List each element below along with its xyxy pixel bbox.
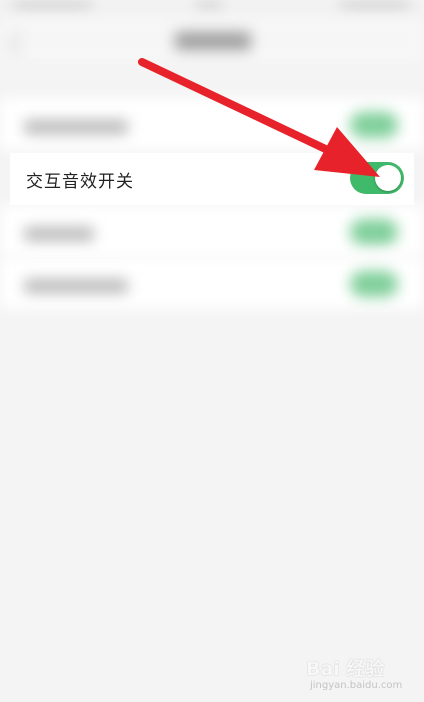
watermark-url: jingyan.baidu.com (310, 680, 403, 691)
interaction-sound-toggle[interactable] (350, 162, 404, 194)
settings-row-3[interactable] (0, 205, 424, 257)
back-arrow-icon[interactable] (8, 32, 32, 56)
navigation-bar (0, 16, 424, 62)
toggle-switch[interactable] (350, 112, 398, 138)
settings-row-1[interactable] (0, 98, 424, 150)
watermark-brand: Bai 经验 (306, 658, 385, 680)
settings-row-label (24, 227, 94, 241)
toggle-switch[interactable] (350, 219, 398, 245)
toggle-knob (375, 165, 401, 191)
settings-row-interaction-sound[interactable]: 交互音效开关 (10, 153, 414, 205)
settings-row-label (24, 279, 128, 293)
toggle-switch[interactable] (350, 271, 398, 297)
page-title (175, 32, 251, 50)
baidu-jingyan-watermark: Bai 经验 jingyan.baidu.com (306, 644, 420, 696)
settings-row-label (24, 120, 128, 134)
settings-row-4[interactable] (0, 257, 424, 309)
status-bar (0, 0, 424, 16)
interaction-sound-label: 交互音效开关 (26, 172, 134, 192)
